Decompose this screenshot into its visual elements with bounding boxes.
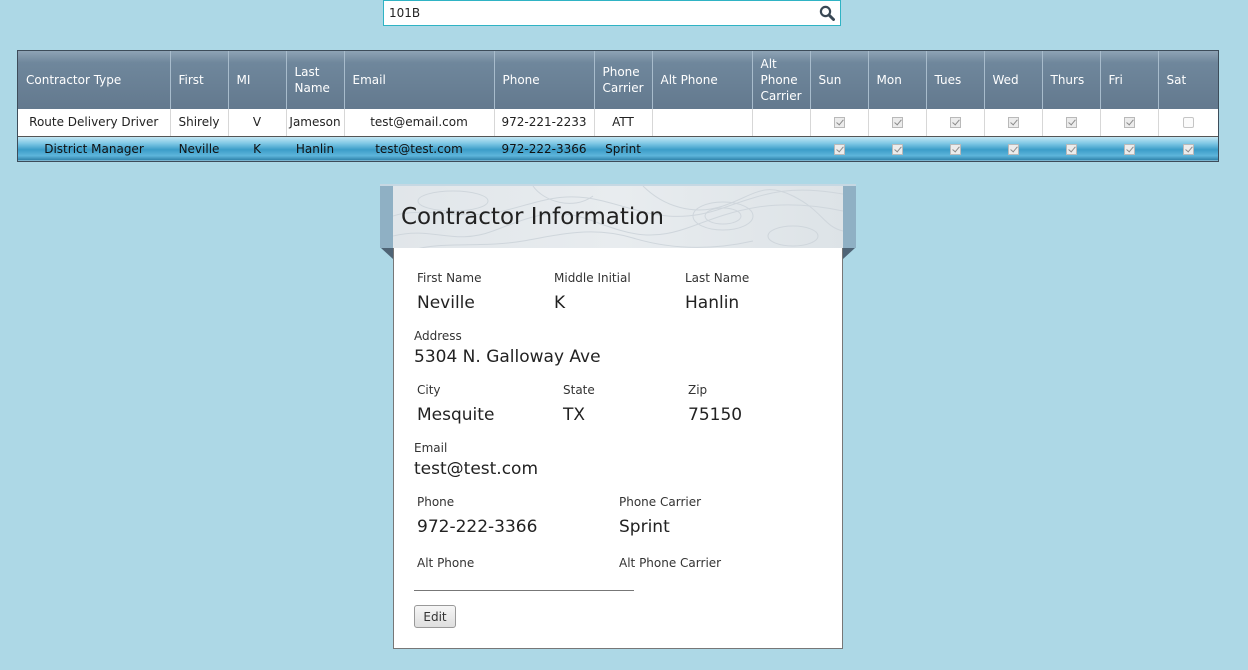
city-value: Mesquite [417, 405, 495, 425]
cell-mon [868, 136, 926, 161]
cell-wed [984, 136, 1042, 161]
ribbon-fold-left [381, 248, 393, 259]
column-header-contractor-type[interactable]: Contractor Type [18, 51, 171, 109]
middle-initial-label: Middle Initial [554, 271, 631, 285]
cell-phone: 972-221-2233 [494, 109, 595, 137]
cell-sun [810, 109, 869, 137]
phone-carrier-value: Sprint [619, 517, 670, 537]
address-label: Address [414, 329, 462, 343]
cell-alt-phone-carrier [752, 109, 811, 137]
column-header-alt-phone-carrier[interactable]: Alt Phone Carrier [752, 51, 811, 109]
panel-title: Contractor Information [401, 204, 664, 230]
contractor-info-panel: First Name Neville Middle Initial K Last… [393, 248, 843, 649]
cell-wed [984, 109, 1043, 137]
state-label: State [563, 383, 595, 397]
column-header-thurs[interactable]: Thurs [1042, 51, 1101, 109]
cell-first-name: Neville [170, 136, 228, 161]
cell-contractor-type: District Manager [18, 136, 170, 161]
first-name-label: First Name [417, 271, 482, 285]
state-value: TX [563, 405, 586, 425]
ribbon-fold-right [843, 248, 855, 259]
cell-tues [926, 109, 985, 137]
column-header-sat[interactable]: Sat [1158, 51, 1218, 109]
cell-fri [1100, 136, 1158, 161]
column-header-phone-carrier[interactable]: Phone Carrier [594, 51, 653, 109]
column-header-alt-phone[interactable]: Alt Phone [652, 51, 753, 109]
search-box [383, 0, 841, 26]
alt-phone-label: Alt Phone [417, 556, 475, 570]
column-header-mon[interactable]: Mon [868, 51, 927, 109]
last-name-label: Last Name [685, 271, 750, 285]
tues-checkbox[interactable] [949, 117, 961, 129]
email-value: test@test.com [414, 459, 539, 479]
zip-label: Zip [688, 383, 708, 397]
contractor-grid: Contractor Type First MI Last Name Email Phon… [17, 50, 1219, 162]
column-header-sun[interactable]: Sun [810, 51, 869, 109]
search-icon[interactable] [819, 5, 835, 21]
first-name-value: Neville [417, 293, 475, 313]
phone-carrier-label: Phone Carrier [619, 495, 702, 509]
cell-phone-carrier: Sprint [594, 136, 652, 161]
alt-phone-carrier-label: Alt Phone Carrier [619, 556, 722, 570]
grid-header-row: Contractor Type First MI Last Name Email Phon… [18, 51, 1218, 109]
edit-button[interactable]: Edit [414, 605, 456, 628]
field-underline [414, 590, 634, 591]
column-header-mi[interactable]: MI [228, 51, 287, 109]
thurs-checkbox[interactable] [1065, 117, 1077, 129]
sun-checkbox[interactable] [833, 143, 845, 155]
email-label: Email [414, 441, 448, 455]
zip-value: 75150 [688, 405, 743, 425]
grid-body: Route Delivery Driver Shirely V Jameson test… [18, 109, 1218, 161]
cell-sat [1158, 109, 1218, 137]
table-row[interactable]: Route Delivery Driver Shirely V Jameson test… [18, 109, 1218, 137]
city-label: City [417, 383, 441, 397]
cell-thurs [1042, 109, 1101, 137]
cell-email: test@test.com [344, 136, 494, 161]
cell-alt-phone [652, 136, 752, 161]
fri-checkbox[interactable] [1123, 143, 1135, 155]
cell-last-name: Jameson [286, 109, 345, 137]
cell-sat [1158, 136, 1218, 161]
cell-alt-phone [652, 109, 753, 137]
phone-label: Phone [417, 495, 455, 509]
address-value: 5304 N. Galloway Ave [414, 347, 601, 367]
column-header-last-name[interactable]: Last Name [286, 51, 345, 109]
cell-email: test@email.com [344, 109, 495, 137]
column-header-tues[interactable]: Tues [926, 51, 985, 109]
cell-last-name: Hanlin [286, 136, 344, 161]
mon-checkbox[interactable] [891, 117, 903, 129]
cell-alt-phone-carrier [752, 136, 810, 161]
cell-mon [868, 109, 927, 137]
column-header-email[interactable]: Email [344, 51, 495, 109]
cell-phone: 972-222-3366 [494, 136, 594, 161]
cell-contractor-type: Route Delivery Driver [18, 109, 171, 137]
thurs-checkbox[interactable] [1065, 143, 1077, 155]
sat-checkbox[interactable] [1182, 143, 1194, 155]
fri-checkbox[interactable] [1123, 117, 1135, 129]
sun-checkbox[interactable] [833, 117, 845, 129]
column-header-fri[interactable]: Fri [1100, 51, 1159, 109]
cell-middle-initial: V [228, 109, 287, 137]
cell-phone-carrier: ATT [594, 109, 653, 137]
cell-sun [810, 136, 868, 161]
mon-checkbox[interactable] [891, 143, 903, 155]
column-header-phone[interactable]: Phone [494, 51, 595, 109]
cell-tues [926, 136, 984, 161]
middle-initial-value: K [554, 293, 566, 313]
phone-value: 972-222-3366 [417, 517, 538, 537]
search-input[interactable] [384, 1, 809, 25]
cell-fri [1100, 109, 1159, 137]
cell-thurs [1042, 136, 1100, 161]
last-name-value: Hanlin [685, 293, 740, 313]
cell-middle-initial: K [228, 136, 286, 161]
table-row-selected[interactable]: District Manager Neville K Hanlin test@test.… [18, 136, 1218, 161]
sat-checkbox[interactable] [1182, 117, 1194, 129]
wed-checkbox[interactable] [1007, 143, 1019, 155]
panel-header: Contractor Information [380, 184, 856, 248]
column-header-first[interactable]: First [170, 51, 229, 109]
tues-checkbox[interactable] [949, 143, 961, 155]
cell-first-name: Shirely [170, 109, 229, 137]
column-header-wed[interactable]: Wed [984, 51, 1043, 109]
wed-checkbox[interactable] [1007, 117, 1019, 129]
